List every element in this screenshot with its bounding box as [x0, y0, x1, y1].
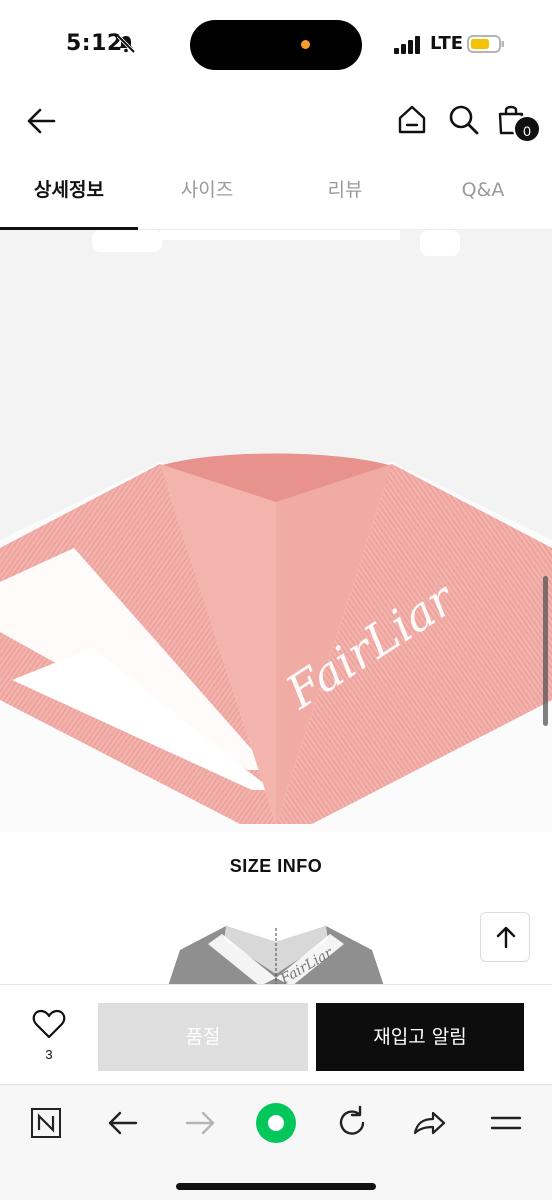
cart-button[interactable]: 0 [494, 102, 541, 148]
tab-details[interactable]: 상세정보 [0, 160, 138, 230]
detail-tabs: 상세정보 사이즈 리뷰 Q&A [0, 160, 552, 230]
green-circle-icon[interactable] [254, 1101, 298, 1145]
size-info-title: SIZE INFO [229, 856, 323, 876]
home-indicator [176, 1183, 376, 1190]
reload-icon[interactable] [330, 1101, 374, 1145]
forward-icon[interactable] [178, 1101, 222, 1145]
signal-icon [394, 36, 420, 54]
tab-size[interactable]: 사이즈 [138, 160, 276, 230]
restock-alert-button[interactable]: 재입고 알림 [316, 1003, 524, 1071]
scroll-to-top-button[interactable] [480, 912, 530, 962]
page-scrollbar[interactable] [543, 576, 548, 726]
bell-slash-icon [116, 34, 136, 54]
product-detail-image: FairLiar [0, 230, 552, 832]
arrow-up-icon [496, 926, 516, 949]
share-icon[interactable] [407, 1101, 451, 1145]
cart-count-badge: 0 [513, 115, 541, 143]
home-icon[interactable] [394, 102, 430, 138]
status-time: 5:12 [66, 31, 123, 56]
browser-toolbar [0, 1084, 552, 1200]
size-guide-image: FairLiar [168, 914, 384, 986]
network-type: LTE [430, 33, 464, 54]
back-arrow-icon[interactable] [22, 102, 60, 140]
soldout-button[interactable]: 품절 [98, 1003, 308, 1071]
sweater-collar-illustration: FairLiar [0, 230, 552, 832]
purchase-bar: 3 품절 재입고 알림 [0, 984, 552, 1084]
wish-button[interactable]: 3 [20, 1003, 78, 1069]
app-header: 0 [0, 90, 552, 156]
search-icon[interactable] [446, 102, 482, 138]
back-icon[interactable] [101, 1101, 145, 1145]
privacy-indicator [301, 40, 310, 49]
tab-reviews[interactable]: 리뷰 [276, 160, 414, 230]
wish-count: 3 [45, 1047, 53, 1062]
menu-icon[interactable] [484, 1101, 528, 1145]
heart-icon [32, 1009, 66, 1039]
battery-icon [467, 35, 504, 53]
dynamic-island [190, 20, 362, 70]
tab-qna[interactable]: Q&A [414, 160, 552, 230]
status-bar: 5:12 LTE [0, 0, 552, 90]
naver-n-icon[interactable] [24, 1101, 68, 1145]
